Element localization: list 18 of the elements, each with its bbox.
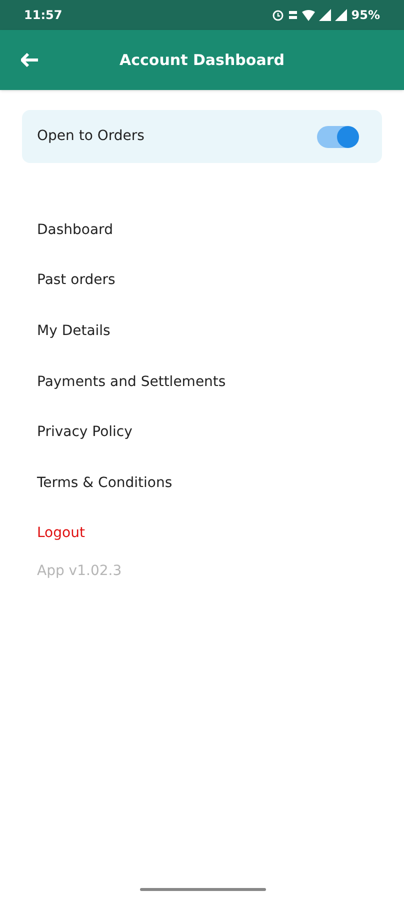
menu-item[interactable]: Dashboard	[37, 205, 367, 256]
back-button[interactable]	[20, 50, 40, 70]
menu-item[interactable]: My Details	[37, 306, 367, 357]
menu-item[interactable]: Payments and Settlements	[37, 356, 367, 408]
app-bar-title: Account Dashboard	[118, 50, 286, 71]
menu-item[interactable]: Terms & Conditions	[37, 458, 367, 509]
menu-item[interactable]: Privacy Policy	[37, 407, 367, 458]
wifi-icon	[302, 10, 316, 20]
battery-level: 95%	[351, 7, 380, 24]
signal-icon	[319, 9, 332, 21]
toggle-label: Open to Orders	[37, 127, 144, 146]
status-time: 11:57	[24, 7, 62, 24]
signal-icon	[335, 9, 348, 21]
alarm-icon	[272, 9, 284, 21]
toggle-switch[interactable]	[317, 126, 357, 148]
menu-item[interactable]: Past orders	[37, 256, 367, 306]
menu-item[interactable]: Logout	[37, 508, 367, 560]
app-version: App v1.02.3	[37, 562, 123, 582]
